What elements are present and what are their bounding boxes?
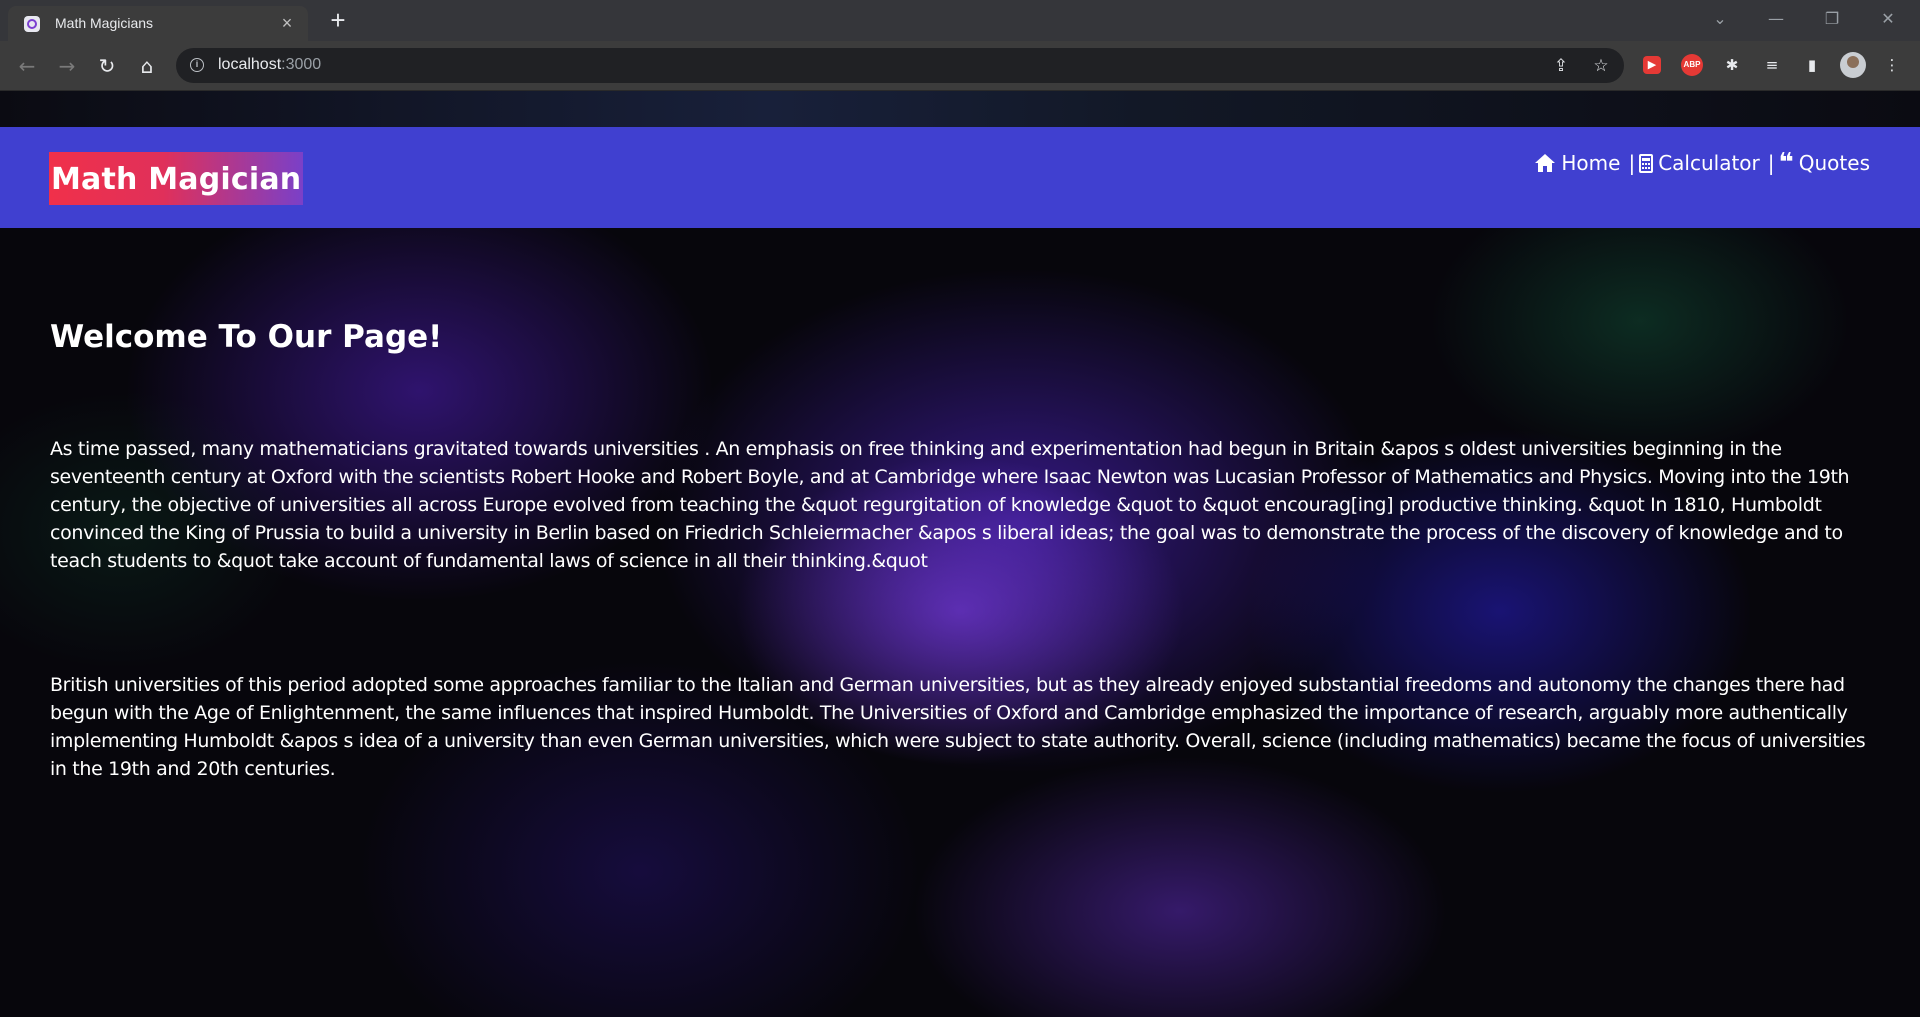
browser-toolbar: ← → ↻ ⌂ i localhost:3000 ⇪ ☆ [0,41,1920,91]
address-bar[interactable]: i localhost:3000 ⇪ ☆ [176,48,1624,83]
home-icon [1535,154,1556,172]
nav-label-home: Home [1561,151,1621,175]
url-host: localhost [218,56,282,73]
page-viewport: Math Magician Home | Calculator | ❝ Quot… [0,91,1920,1017]
main-nav: Home | Calculator | ❝ Quotes [1534,147,1870,179]
reload-button[interactable]: ↻ [92,51,122,81]
tab-close-icon[interactable]: × [276,12,298,34]
site-info-icon[interactable]: i [190,58,204,72]
app-favicon-icon [24,16,40,32]
extensions-puzzle-icon[interactable]: ✱ [1720,53,1744,77]
nav-separator: | [1767,151,1775,175]
background-strip [0,91,1920,127]
tab-title: Math Magicians [55,15,154,31]
browser-menu-icon[interactable]: ⋮ [1880,53,1904,77]
bookmark-star-icon[interactable]: ☆ [1589,54,1613,78]
extension-icon[interactable]: ▶ [1643,56,1661,74]
browser-tab[interactable]: Math Magicians × [8,6,308,41]
forward-button[interactable]: → [52,51,82,81]
paragraph-1: As time passed, many mathematicians grav… [50,438,1850,572]
nav-label-quotes: Quotes [1798,151,1870,175]
site-header: Math Magician Home | Calculator | ❝ Quot… [0,127,1920,228]
profile-avatar[interactable] [1840,52,1866,78]
calculator-icon [1639,153,1654,173]
share-icon[interactable]: ⇪ [1549,54,1573,78]
site-logo[interactable]: Math Magician [49,152,304,205]
new-tab-button[interactable]: + [324,6,352,34]
paragraph-2: British universities of this period adop… [50,674,1866,780]
close-window-button[interactable]: ✕ [1860,0,1916,41]
url-text: localhost:3000 [218,56,321,74]
minimize-button[interactable]: — [1748,0,1804,41]
page-title: Welcome To Our Page! [50,319,443,355]
media-control-icon[interactable]: ≡ [1760,53,1784,77]
nav-link-calculator[interactable]: Calculator [1639,151,1760,175]
nav-link-quotes[interactable]: ❝ Quotes [1778,148,1871,178]
tab-search-icon[interactable]: ⌄ [1692,0,1748,41]
nav-link-home[interactable]: Home [1534,151,1620,175]
browser-tabstrip: Math Magicians × + ⌄ — ❐ ✕ [0,0,1920,41]
quote-icon: ❝ [1778,148,1794,178]
nav-separator: | [1628,151,1636,175]
adblock-plus-icon[interactable]: ABP [1681,54,1703,76]
side-panel-icon[interactable]: ▮ [1800,53,1824,77]
restore-button[interactable]: ❐ [1804,0,1860,41]
url-port: :3000 [281,56,322,73]
home-button[interactable]: ⌂ [132,51,162,81]
nav-label-calculator: Calculator [1658,151,1760,175]
back-button[interactable]: ← [12,51,42,81]
